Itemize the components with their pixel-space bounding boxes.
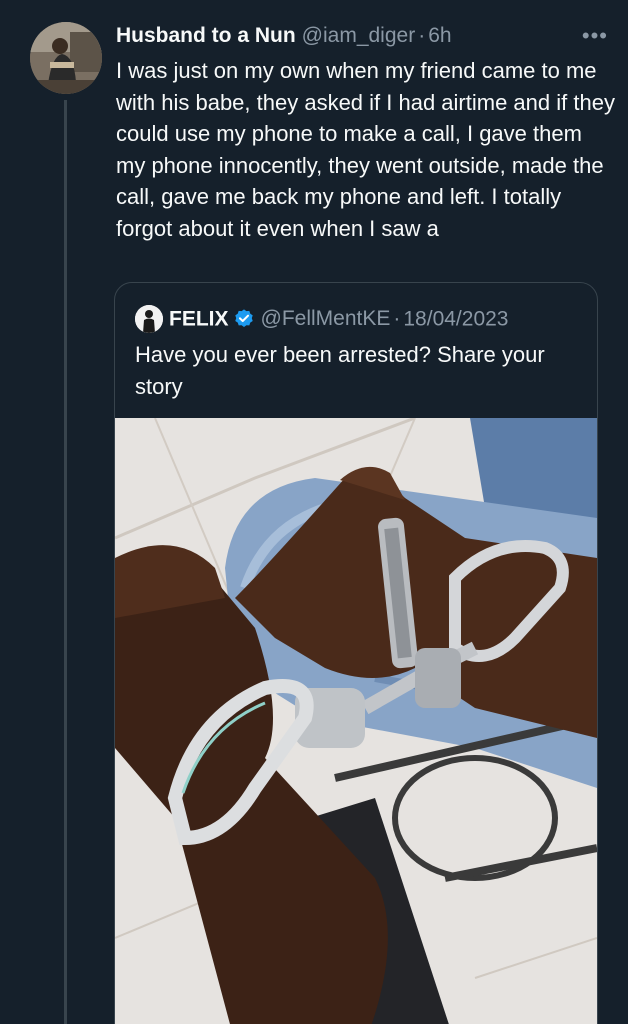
display-name[interactable]: Husband to a Nun [116,24,296,47]
avatar-photo-icon [30,22,102,94]
verified-badge-icon [234,309,253,328]
tweet-text: I was just on my own when my friend came… [116,58,615,241]
quoted-tweet-header: FELIX @FellMentKE · 18/04/2023 [135,303,508,335]
user-handle[interactable]: @iam_diger [302,24,416,47]
quoted-avatar-photo-icon [135,305,163,334]
quoted-tweet-media[interactable] [115,416,597,1024]
tweet-header: Husband to a Nun @iam_diger · 6h ••• [116,22,608,50]
quoted-tweet[interactable]: FELIX @FellMentKE · 18/04/2023 Have you ev… [114,282,598,1024]
quoted-tweet-text: Have you ever been arrested? Share your … [135,342,545,399]
thread-line [64,100,67,1024]
separator-dot: · [418,24,426,47]
quoted-separator-dot: · [393,307,401,331]
tweet[interactable]: Husband to a Nun @iam_diger · 6h ••• I was … [0,0,628,1024]
quoted-display-name[interactable]: FELIX [169,307,229,330]
quoted-user-avatar[interactable] [135,305,163,334]
handcuffed-wrists-photo-icon [115,416,597,1024]
quoted-user-handle[interactable]: @FellMentKE [261,307,391,330]
more-options-icon[interactable]: ••• [582,22,608,50]
tweet-timestamp[interactable]: 6h [428,24,451,47]
quoted-tweet-date[interactable]: 18/04/2023 [403,307,508,330]
user-avatar[interactable] [30,22,102,94]
